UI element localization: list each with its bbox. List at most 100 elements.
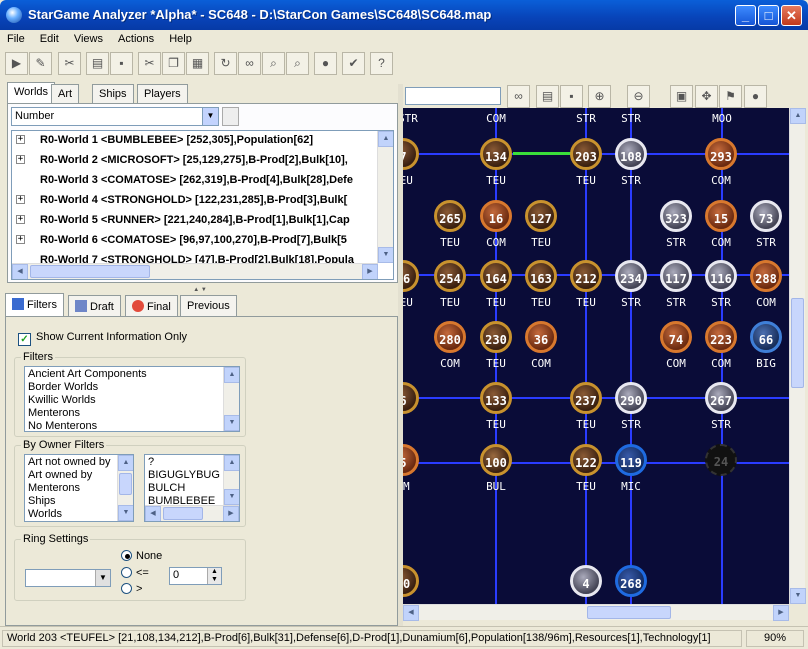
- open-icon[interactable]: ▤: [86, 52, 109, 75]
- chevron-down-icon[interactable]: ▼: [95, 570, 110, 586]
- filters-vscrollbar[interactable]: ▲ ▼: [223, 367, 239, 431]
- world-node[interactable]: 234: [615, 260, 647, 292]
- world-node[interactable]: 117: [660, 260, 692, 292]
- close-button[interactable]: ✕: [781, 5, 802, 26]
- center-icon[interactable]: ✥: [695, 85, 718, 108]
- world-node[interactable]: 127: [525, 200, 557, 232]
- list-item[interactable]: Art not owned by: [28, 456, 111, 468]
- scroll-thumb[interactable]: [163, 507, 203, 520]
- world-node[interactable]: 119: [615, 444, 647, 476]
- tab-final[interactable]: Final: [125, 295, 178, 316]
- map-hscrollbar[interactable]: ◀ ▶: [403, 604, 789, 621]
- world-node[interactable]: 267: [705, 382, 737, 414]
- world-node[interactable]: 108: [615, 138, 647, 170]
- scroll-up-icon[interactable]: ▲: [378, 131, 393, 147]
- minimize-button[interactable]: _: [735, 5, 756, 26]
- scroll-right-icon[interactable]: ▶: [223, 506, 239, 521]
- scroll-up-icon[interactable]: ▲: [118, 455, 133, 471]
- world-node[interactable]: 268: [615, 565, 647, 597]
- ring-value-stepper[interactable]: 0 ▲ ▼: [169, 567, 222, 585]
- list-item[interactable]: Ancient Art Components: [28, 368, 147, 380]
- tab-previous[interactable]: Previous: [180, 295, 237, 316]
- world-node[interactable]: 134: [480, 138, 512, 170]
- tools-icon[interactable]: ✂: [58, 52, 81, 75]
- save-icon[interactable]: ▪: [110, 52, 133, 75]
- expand-icon[interactable]: +: [16, 215, 25, 224]
- binoculars-icon[interactable]: ∞: [507, 85, 530, 108]
- menu-file[interactable]: File: [2, 30, 30, 45]
- world-node[interactable]: 290: [615, 382, 647, 414]
- paste-icon[interactable]: ▦: [186, 52, 209, 75]
- scroll-right-icon[interactable]: ▶: [362, 264, 378, 279]
- world-node[interactable]: 164: [480, 260, 512, 292]
- tab-ships[interactable]: Ships: [92, 84, 134, 103]
- stop-icon[interactable]: ●: [314, 52, 337, 75]
- scroll-up-icon[interactable]: ▲: [790, 108, 806, 124]
- world-node[interactable]: 7: [403, 138, 419, 170]
- ring-radio-none[interactable]: None: [121, 550, 162, 562]
- world-node[interactable]: 203: [570, 138, 602, 170]
- world-node[interactable]: 15: [705, 200, 737, 232]
- tab-art[interactable]: Art: [51, 84, 80, 103]
- expand-icon[interactable]: +: [16, 135, 25, 144]
- tab-draft[interactable]: Draft: [68, 295, 121, 316]
- save-icon[interactable]: ▪: [560, 85, 583, 108]
- wizard-icon[interactable]: ✎: [29, 52, 52, 75]
- horizontal-splitter[interactable]: ▲ ▼: [170, 287, 230, 293]
- tab-filters[interactable]: Filters: [5, 293, 64, 316]
- list-item[interactable]: Kwillic Worlds: [28, 394, 96, 406]
- expand-icon[interactable]: +: [16, 155, 25, 164]
- owner-names-list[interactable]: ? BIGUGLYBUG BULCH BUMBLEBEE ▲ ▼ ◀ ▶: [144, 454, 240, 522]
- scroll-down-icon[interactable]: ▼: [118, 505, 133, 521]
- world-node[interactable]: 6: [403, 382, 419, 414]
- world-node[interactable]: 74: [660, 321, 692, 353]
- world-node[interactable]: 265: [434, 200, 466, 232]
- scroll-down-icon[interactable]: ▼: [224, 489, 239, 505]
- world-node[interactable]: 280: [434, 321, 466, 353]
- tab-players[interactable]: Players: [137, 84, 188, 103]
- ring-combo[interactable]: ▼: [25, 569, 111, 587]
- scroll-thumb[interactable]: [587, 606, 671, 619]
- list-item[interactable]: Worlds: [28, 508, 62, 520]
- cut-icon[interactable]: ✂: [138, 52, 161, 75]
- refresh-icon[interactable]: ↻: [214, 52, 237, 75]
- world-node[interactable]: 323: [660, 200, 692, 232]
- expand-icon[interactable]: +: [16, 195, 25, 204]
- world-node[interactable]: 230: [480, 321, 512, 353]
- copy-icon[interactable]: ❐: [162, 52, 185, 75]
- world-node[interactable]: 288: [750, 260, 782, 292]
- scroll-down-icon[interactable]: ▼: [790, 588, 806, 604]
- scroll-thumb[interactable]: [791, 298, 804, 388]
- list-item[interactable]: Art owned by: [28, 469, 92, 481]
- world-node[interactable]: 73: [750, 200, 782, 232]
- world-node[interactable]: 4: [570, 565, 602, 597]
- scroll-left-icon[interactable]: ◀: [12, 264, 28, 279]
- zoom-out-icon[interactable]: ⊖: [627, 85, 650, 108]
- world-node[interactable]: 223: [705, 321, 737, 353]
- worlds-tree[interactable]: + R0-World 1 <BUMBLEBEE> [252,305],Popula…: [11, 130, 394, 280]
- title-bar[interactable]: StarGame Analyzer *Alpha* - SC648 - D:\S…: [0, 0, 808, 30]
- world-node[interactable]: 237: [570, 382, 602, 414]
- ring-radio-gt[interactable]: >: [121, 583, 142, 595]
- menu-actions[interactable]: Actions: [113, 30, 159, 45]
- map-vscrollbar[interactable]: ▲ ▼: [789, 108, 806, 604]
- list-item[interactable]: Ships: [28, 495, 56, 507]
- filters-list[interactable]: Ancient Art Components Border Worlds Kwi…: [24, 366, 240, 432]
- list-item[interactable]: ?: [148, 456, 154, 468]
- map-search-input[interactable]: [405, 87, 501, 105]
- planet-icon[interactable]: ●: [744, 85, 767, 108]
- owner-types-vscrollbar[interactable]: ▲ ▼: [117, 455, 133, 521]
- ring-radio-le[interactable]: <=: [121, 567, 149, 579]
- expand-icon[interactable]: +: [16, 235, 25, 244]
- binoculars-icon[interactable]: ∞: [238, 52, 261, 75]
- fleet-icon[interactable]: ⚑: [719, 85, 742, 108]
- world-node[interactable]: 66: [750, 321, 782, 353]
- world-node[interactable]: 122: [570, 444, 602, 476]
- scroll-left-icon[interactable]: ◀: [145, 506, 161, 521]
- help-icon[interactable]: ?: [370, 52, 393, 75]
- list-item[interactable]: Menterons: [28, 407, 80, 419]
- owner-names-hscrollbar[interactable]: ◀ ▶: [145, 505, 239, 521]
- scroll-down-icon[interactable]: ▼: [224, 415, 239, 431]
- owner-filter-types-list[interactable]: Art not owned by Art owned by Menterons …: [24, 454, 134, 522]
- check-icon[interactable]: ✔: [342, 52, 365, 75]
